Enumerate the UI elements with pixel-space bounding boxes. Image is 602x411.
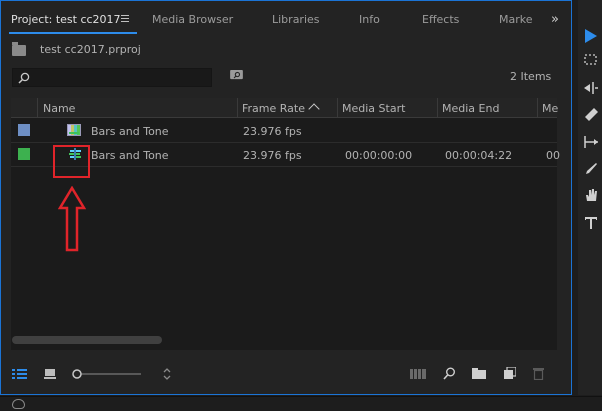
panel-tab-bar: Project: test cc2017 Media Browser Libra… — [1, 8, 571, 34]
horizontal-scrollbar[interactable] — [12, 336, 162, 344]
new-search-bin-icon[interactable] — [230, 70, 243, 80]
project-folder-icon — [12, 42, 26, 56]
pen-tool-icon[interactable] — [584, 162, 598, 176]
hand-tool-icon[interactable] — [584, 188, 598, 202]
item-name: Bars and Tone — [91, 125, 169, 138]
clip-icon — [67, 124, 81, 136]
active-tab-indicator — [9, 32, 137, 34]
type-tool-icon[interactable] — [584, 216, 598, 230]
list-view-icon[interactable] — [12, 368, 27, 380]
sort-ascending-icon[interactable] — [308, 103, 320, 115]
column-separator — [337, 98, 338, 118]
column-separator — [37, 98, 38, 118]
item-frame-rate: 23.976 fps — [243, 125, 302, 138]
ripple-edit-tool-icon[interactable] — [584, 82, 598, 94]
tab-overflow-button[interactable]: » — [551, 12, 559, 27]
new-item-icon[interactable] — [504, 367, 516, 379]
column-separator — [237, 98, 238, 118]
items-count: 2 Items — [510, 70, 552, 83]
automate-to-sequence-icon[interactable] — [410, 369, 426, 379]
clear-icon[interactable] — [533, 367, 544, 380]
creative-cloud-icon[interactable] — [12, 399, 25, 409]
tab-media-browser[interactable]: Media Browser — [152, 13, 233, 26]
panel-bottom-toolbar — [0, 358, 572, 390]
label-color-swatch[interactable] — [18, 148, 30, 160]
zoom-slider[interactable] — [71, 368, 143, 380]
column-header-media-extra[interactable]: Me — [542, 102, 558, 115]
project-items-table: Name Frame Rate Media Start Media End Me… — [11, 98, 560, 350]
item-media-end: 00:00:04:22 — [445, 149, 513, 162]
tab-libraries[interactable]: Libraries — [272, 13, 320, 26]
tab-info[interactable]: Info — [359, 13, 380, 26]
tab-project[interactable]: Project: test cc2017 — [11, 13, 121, 26]
selection-tool-icon[interactable] — [584, 28, 598, 44]
annotation-highlight-box — [53, 145, 90, 178]
column-header-media-end[interactable]: Media End — [442, 102, 499, 115]
item-frame-rate: 23.976 fps — [243, 149, 302, 162]
find-icon[interactable] — [443, 367, 456, 380]
search-icon — [18, 72, 30, 84]
new-bin-icon[interactable] — [472, 368, 486, 379]
project-file-name: test cc2017.prproj — [40, 43, 141, 56]
table-row[interactable]: Bars and Tone 23.976 fps — [11, 119, 557, 143]
column-header-frame-rate[interactable]: Frame Rate — [242, 102, 305, 115]
panel-menu-icon[interactable] — [121, 15, 129, 23]
razor-tool-icon[interactable] — [584, 108, 598, 122]
icon-view-icon[interactable] — [44, 368, 56, 379]
table-row[interactable]: Bars and Tone 23.976 fps 00:00:00:00 00:… — [11, 143, 560, 167]
table-header: Name Frame Rate Media Start Media End Me — [11, 98, 558, 118]
item-extra: 00 — [546, 149, 560, 162]
item-name: Bars and Tone — [91, 149, 169, 162]
tab-effects[interactable]: Effects — [422, 13, 459, 26]
search-input[interactable] — [12, 68, 212, 87]
annotation-arrow-up-icon — [58, 186, 86, 252]
column-separator — [437, 98, 438, 118]
status-bar — [0, 396, 602, 411]
column-header-name[interactable]: Name — [43, 102, 75, 115]
sort-icons-icon[interactable] — [162, 367, 172, 381]
label-color-swatch[interactable] — [18, 124, 30, 136]
slip-tool-icon[interactable] — [584, 136, 598, 148]
column-separator — [537, 98, 538, 118]
marquee-tool-icon[interactable] — [584, 54, 598, 66]
tab-markers[interactable]: Marke — [499, 13, 533, 26]
column-header-media-start[interactable]: Media Start — [342, 102, 405, 115]
item-media-start: 00:00:00:00 — [345, 149, 413, 162]
tools-panel — [578, 0, 602, 395]
project-panel: Project: test cc2017 Media Browser Libra… — [0, 0, 572, 395]
